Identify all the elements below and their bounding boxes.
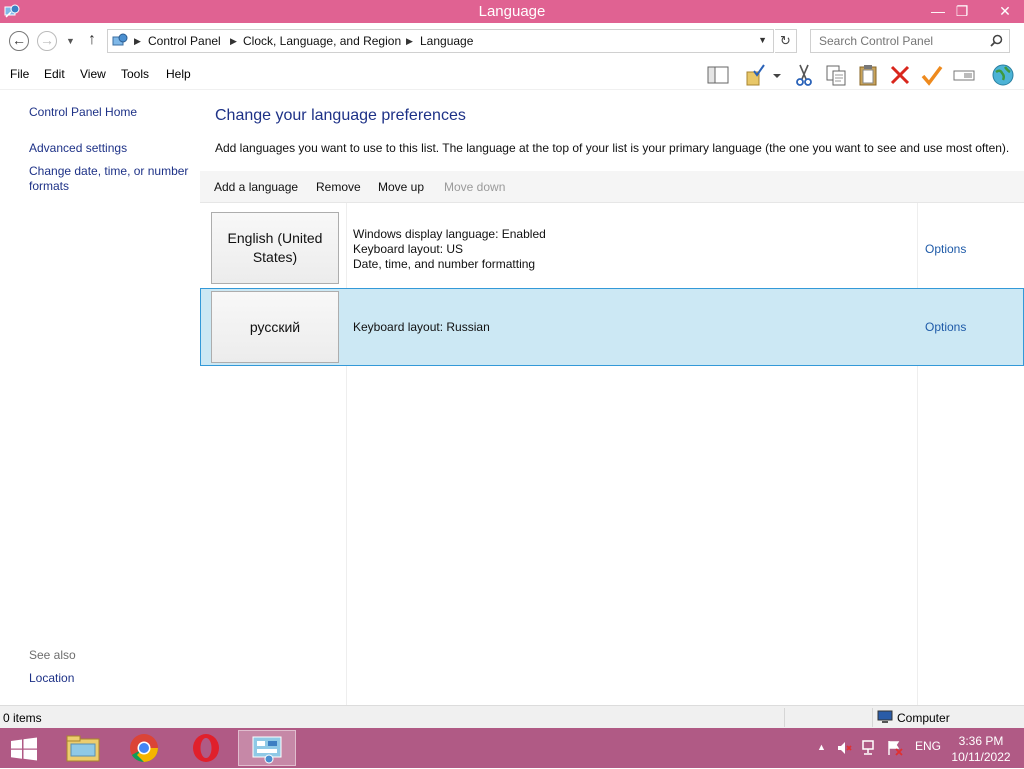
recent-locations-dropdown-icon[interactable]: ▼ <box>66 36 75 46</box>
taskbar: ▲ ENG 3:36 PM 10/11/2022 <box>0 728 1024 768</box>
move-down-button[interactable]: Move down <box>444 180 505 194</box>
page-description: Add languages you want to use to this li… <box>215 141 1010 155</box>
copy-icon[interactable] <box>824 63 848 87</box>
language-name-line-1: English (United <box>227 230 323 246</box>
properties-icon[interactable] <box>744 63 768 87</box>
title-bar: Language — ❐ ✕ <box>0 0 1024 23</box>
opera-icon <box>193 734 219 762</box>
input-language-indicator[interactable]: ENG <box>915 739 941 753</box>
move-up-button[interactable]: Move up <box>378 180 424 194</box>
remove-button[interactable]: Remove <box>316 180 361 194</box>
action-center-icon[interactable] <box>886 740 904 756</box>
status-bar: 0 items Computer <box>0 705 1024 728</box>
language-details: Windows display language: Enabled Keyboa… <box>353 227 546 272</box>
language-tile-russian[interactable]: русский <box>211 291 339 363</box>
rename-icon[interactable] <box>952 63 976 87</box>
clock-date: 10/11/2022 <box>951 750 1011 764</box>
keyboard-layout: Keyboard layout: US <box>353 242 464 256</box>
page-title: Change your language preferences <box>215 107 466 124</box>
volume-muted-icon[interactable] <box>836 740 852 756</box>
language-details: Keyboard layout: Russian <box>353 320 490 335</box>
search-box[interactable] <box>810 29 1010 53</box>
left-navigation: Control Panel Home Advanced settings Cha… <box>0 90 200 705</box>
control-panel-home-link[interactable]: Control Panel Home <box>29 105 137 119</box>
delete-icon[interactable] <box>888 63 912 87</box>
breadcrumb-separator-icon[interactable]: ▶ <box>134 36 141 47</box>
status-divider <box>784 708 785 727</box>
taskbar-chrome[interactable] <box>115 730 173 766</box>
change-date-time-line-2: formats <box>29 179 70 193</box>
taskbar-file-explorer[interactable] <box>54 730 112 766</box>
menu-edit[interactable]: Edit <box>44 67 65 81</box>
window-title: Language <box>478 3 546 20</box>
breadcrumb-clock-language-region[interactable]: Clock, Language, and Region <box>243 34 401 48</box>
menu-help[interactable]: Help <box>166 67 191 81</box>
language-tile-english[interactable]: English (United States) <box>211 212 339 284</box>
breadcrumb-separator-icon[interactable]: ▶ <box>230 36 237 47</box>
item-count: 0 items <box>3 711 42 725</box>
menu-tools[interactable]: Tools <box>121 67 149 81</box>
menu-file[interactable]: File <box>10 67 29 81</box>
network-icon[interactable] <box>861 740 879 756</box>
cut-icon[interactable] <box>792 63 816 87</box>
language-row-russian[interactable]: русский Keyboard layout: Russian Options <box>200 288 1024 366</box>
forward-button[interactable]: → <box>37 31 57 51</box>
see-also-label: See also <box>29 648 76 662</box>
display-language-status: Windows display language: Enabled <box>353 227 546 241</box>
keyboard-layout: Keyboard layout: Russian <box>353 320 490 334</box>
language-row-english[interactable]: English (United States) Windows display … <box>200 203 1024 284</box>
address-row: ← → ▼ ↑ ▶ Control Panel ▶ Clock, Languag… <box>0 23 1024 59</box>
clock-time: 3:36 PM <box>958 734 1004 748</box>
taskbar-control-panel[interactable] <box>238 730 296 766</box>
control-panel-taskbar-icon <box>252 736 282 764</box>
control-panel-location-icon <box>112 33 128 46</box>
add-language-button[interactable]: Add a language <box>214 180 298 194</box>
file-explorer-icon <box>66 735 100 762</box>
chrome-icon <box>130 734 158 762</box>
formatting-info: Date, time, and number formatting <box>353 257 536 271</box>
breadcrumb-control-panel[interactable]: Control Panel <box>148 34 221 48</box>
location-link[interactable]: Location <box>29 671 74 685</box>
computer-icon <box>877 710 893 723</box>
main-content: Change your language preferences Add lan… <box>200 90 1024 705</box>
address-bar[interactable]: ▶ Control Panel ▶ Clock, Language, and R… <box>107 29 774 53</box>
checkmark-icon[interactable] <box>920 63 944 87</box>
up-button[interactable]: ↑ <box>88 31 96 49</box>
taskbar-opera[interactable] <box>177 730 235 766</box>
status-location: Computer <box>897 711 950 725</box>
search-input[interactable] <box>811 30 986 52</box>
change-date-time-formats-link[interactable]: Change date, time, or number formats <box>29 164 188 194</box>
menu-bar: File Edit View Tools Help <box>0 59 1024 90</box>
change-date-time-line-1: Change date, time, or number <box>29 164 189 178</box>
options-link-english[interactable]: Options <box>925 242 966 256</box>
language-name: русский <box>249 318 301 335</box>
close-button[interactable]: ✕ <box>986 0 1024 23</box>
search-icon[interactable] <box>990 34 1003 47</box>
show-hidden-icons[interactable]: ▲ <box>817 742 826 752</box>
address-dropdown-icon[interactable]: ▼ <box>758 35 767 45</box>
command-bar: Add a language Remove Move up Move down <box>200 171 1024 203</box>
menu-view[interactable]: View <box>80 67 106 81</box>
back-button[interactable]: ← <box>9 31 29 51</box>
breadcrumb-separator-icon[interactable]: ▶ <box>406 36 413 47</box>
breadcrumb-language[interactable]: Language <box>420 34 473 48</box>
globe-icon[interactable] <box>991 63 1015 87</box>
preview-pane-icon[interactable] <box>706 63 730 87</box>
status-divider <box>872 708 873 727</box>
language-name-line-2: States) <box>252 249 298 265</box>
advanced-settings-link[interactable]: Advanced settings <box>29 141 127 155</box>
maximize-button[interactable]: ❐ <box>948 0 976 23</box>
refresh-button[interactable]: ↻ <box>775 29 797 53</box>
windows-start-icon[interactable] <box>10 737 38 761</box>
toolbar-dropdown-icon[interactable] <box>770 63 784 87</box>
language-list: English (United States) Windows display … <box>200 203 1024 705</box>
paste-icon[interactable] <box>856 63 880 87</box>
system-clock[interactable]: 3:36 PM 10/11/2022 <box>948 733 1014 765</box>
options-link-russian[interactable]: Options <box>925 320 966 334</box>
